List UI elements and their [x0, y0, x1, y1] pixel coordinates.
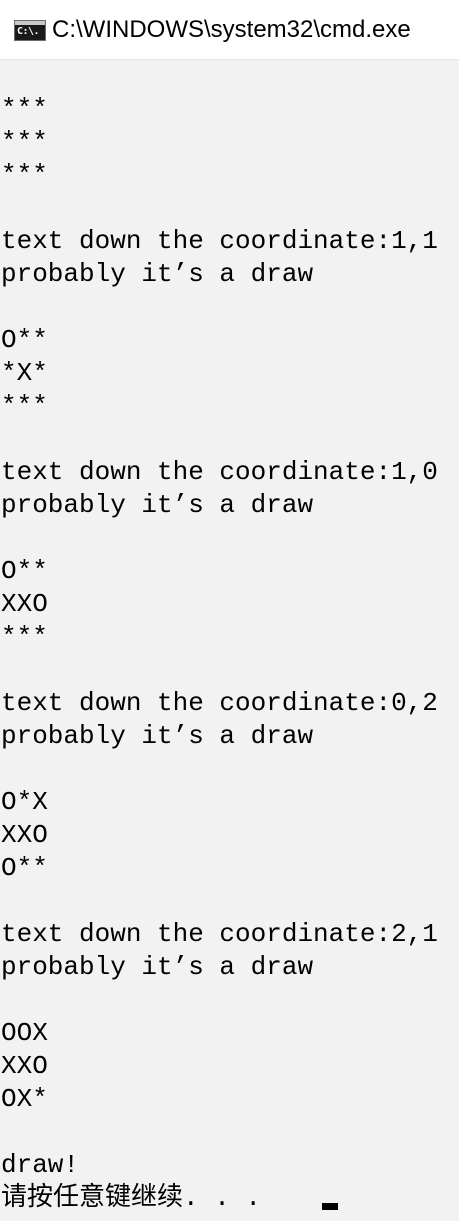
- console-line: text down the coordinate:1,1: [1, 226, 438, 256]
- console-line: text down the coordinate:1,0: [1, 457, 438, 487]
- console-line: O**: [1, 325, 48, 355]
- console-line: text down the coordinate:2,1: [1, 919, 438, 949]
- console-line: draw!: [1, 1150, 80, 1180]
- console-line: XXO: [1, 1051, 48, 1081]
- console-line: ***: [1, 127, 48, 157]
- console-line: probably it’s a draw: [1, 490, 314, 520]
- cmd-icon-text: C:\.: [17, 26, 40, 37]
- console-line: O*X: [1, 787, 48, 817]
- console-line: *X*: [1, 358, 48, 388]
- console-line: XXO: [1, 589, 48, 619]
- console-line: ***: [1, 160, 48, 190]
- text-cursor: [322, 1203, 338, 1210]
- console-line: OX*: [1, 1084, 48, 1114]
- console-line: probably it’s a draw: [1, 259, 314, 289]
- cmd-icon-bar: [15, 21, 45, 25]
- console-line: ***: [1, 622, 48, 652]
- console-line: probably it’s a draw: [1, 952, 314, 982]
- console-output[interactable]: *** *** *** text down the coordinate:1,1…: [0, 60, 459, 1221]
- console-line: OOX: [1, 1018, 48, 1048]
- console-prompt-line: 请按任意键继续. . .: [1, 1183, 277, 1213]
- console-line: O**: [1, 556, 48, 586]
- console-line: probably it’s a draw: [1, 721, 314, 751]
- window-title: C:\WINDOWS\system32\cmd.exe: [52, 16, 411, 43]
- cmd-icon[interactable]: C:\.: [14, 20, 46, 41]
- cmd-window: C:\. C:\WINDOWS\system32\cmd.exe *** ***…: [0, 0, 459, 1221]
- title-bar[interactable]: C:\. C:\WINDOWS\system32\cmd.exe: [0, 0, 459, 60]
- console-line: ***: [1, 391, 48, 421]
- console-line: ***: [1, 94, 48, 124]
- console-line: O**: [1, 853, 48, 883]
- console-line: text down the coordinate:0,2: [1, 688, 438, 718]
- console-line: XXO: [1, 820, 48, 850]
